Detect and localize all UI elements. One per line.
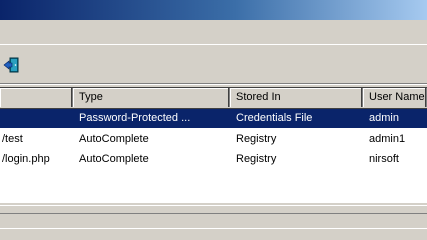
password-list[interactable]: Type Stored In User Name Password-Protec… — [0, 87, 427, 204]
status-bar — [0, 203, 427, 240]
cell-stored-in: Registry — [236, 153, 277, 165]
table-row[interactable]: Password-Protected ... Credentials File … — [0, 109, 427, 128]
list-header: Type Stored In User Name — [0, 88, 427, 109]
status-panel — [0, 213, 427, 229]
cell-user-name: admin1 — [369, 133, 406, 145]
toolbar-highlight — [0, 84, 427, 85]
cell-type: AutoComplete — [79, 133, 149, 145]
cell-url: /login.php — [2, 153, 50, 165]
menu-bar — [0, 22, 427, 45]
cell-stored-in: Credentials File — [236, 112, 313, 124]
cell-user-name: admin — [369, 112, 399, 124]
table-row[interactable]: /test AutoComplete Registry admin1 — [0, 130, 427, 149]
table-row[interactable]: /login.php AutoComplete Registry nirsoft — [0, 150, 427, 169]
cell-stored-in: Registry — [236, 133, 277, 145]
exit-door-icon — [3, 57, 19, 73]
exit-button[interactable] — [2, 55, 22, 75]
status-bar-highlight — [0, 205, 427, 206]
column-header-user-name[interactable]: User Name — [363, 88, 427, 107]
cell-url — [0, 109, 73, 128]
cell-type: AutoComplete — [79, 153, 149, 165]
column-header-stored-in[interactable]: Stored In — [230, 88, 363, 107]
cell-url: /test — [2, 133, 23, 145]
cell-user-name: nirsoft — [369, 153, 399, 165]
column-header-type[interactable]: Type — [73, 88, 230, 107]
cell-type: Password-Protected ... — [79, 112, 191, 124]
toolbar — [0, 45, 427, 84]
column-header-url[interactable] — [0, 88, 73, 107]
title-bar[interactable] — [0, 0, 427, 20]
